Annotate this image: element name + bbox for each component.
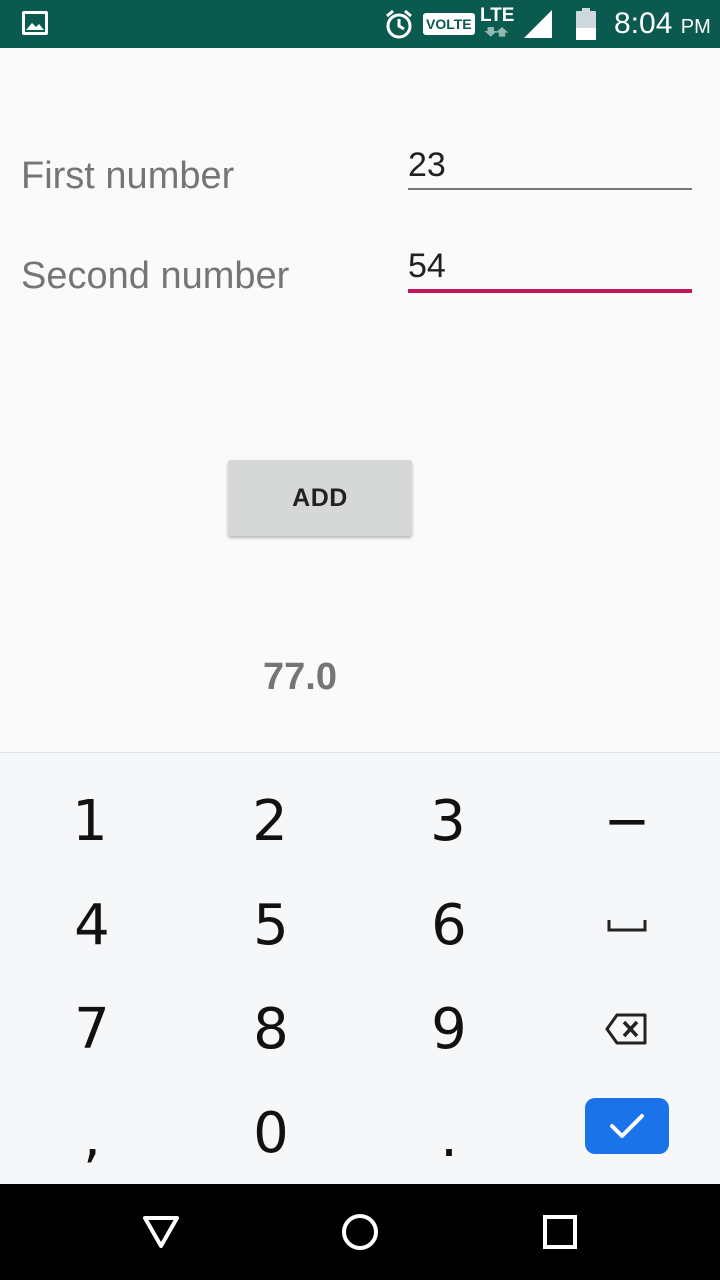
second-number-label: Second number [21,255,290,297]
back-icon[interactable] [141,1212,181,1252]
done-key[interactable] [585,1098,669,1154]
clock-ampm: PM [680,16,711,38]
clock-time: 8:04 [614,7,673,40]
space-icon [607,920,647,932]
numeric-keyboard: 1 2 3 − 4 5 6 7 8 9 , 0 . [0,752,720,1184]
signal-icon [524,10,552,38]
key-0[interactable]: 0 [181,1081,361,1185]
done-check-icon [610,1114,644,1138]
volte-badge: VOLTE [423,13,475,35]
key-space[interactable] [537,873,717,977]
key-4[interactable]: 4 [2,873,182,977]
key-7[interactable]: 7 [2,977,182,1081]
recents-icon[interactable] [540,1212,580,1252]
key-period[interactable]: . [359,1085,539,1189]
key-3[interactable]: 3 [358,769,538,873]
navigation-bar [0,1184,720,1280]
key-1[interactable]: 1 [0,769,180,873]
first-number-input[interactable] [408,143,692,187]
second-number-input[interactable] [408,244,692,288]
second-number-underline [408,289,692,293]
key-comma[interactable]: , [2,1085,182,1189]
first-number-label: First number [21,155,235,197]
clock: 8:04 PM [614,8,711,43]
alarm-icon [386,9,412,39]
home-icon[interactable] [340,1212,380,1252]
data-activity-icon [484,27,509,37]
backspace-icon [605,1013,647,1045]
key-9[interactable]: 9 [359,977,539,1081]
key-5[interactable]: 5 [181,873,361,977]
result-text: 77.0 [263,656,337,698]
lte-indicator: LTE [480,5,515,26]
key-minus[interactable]: − [537,769,717,873]
add-button[interactable]: ADD [228,460,412,536]
battery-icon [576,8,596,40]
first-number-underline [408,188,692,190]
gallery-icon [22,11,48,35]
key-8[interactable]: 8 [181,977,361,1081]
status-bar: VOLTE LTE 8:04 PM [0,0,720,48]
key-6[interactable]: 6 [359,873,539,977]
key-backspace[interactable] [537,977,717,1081]
key-2[interactable]: 2 [180,769,360,873]
